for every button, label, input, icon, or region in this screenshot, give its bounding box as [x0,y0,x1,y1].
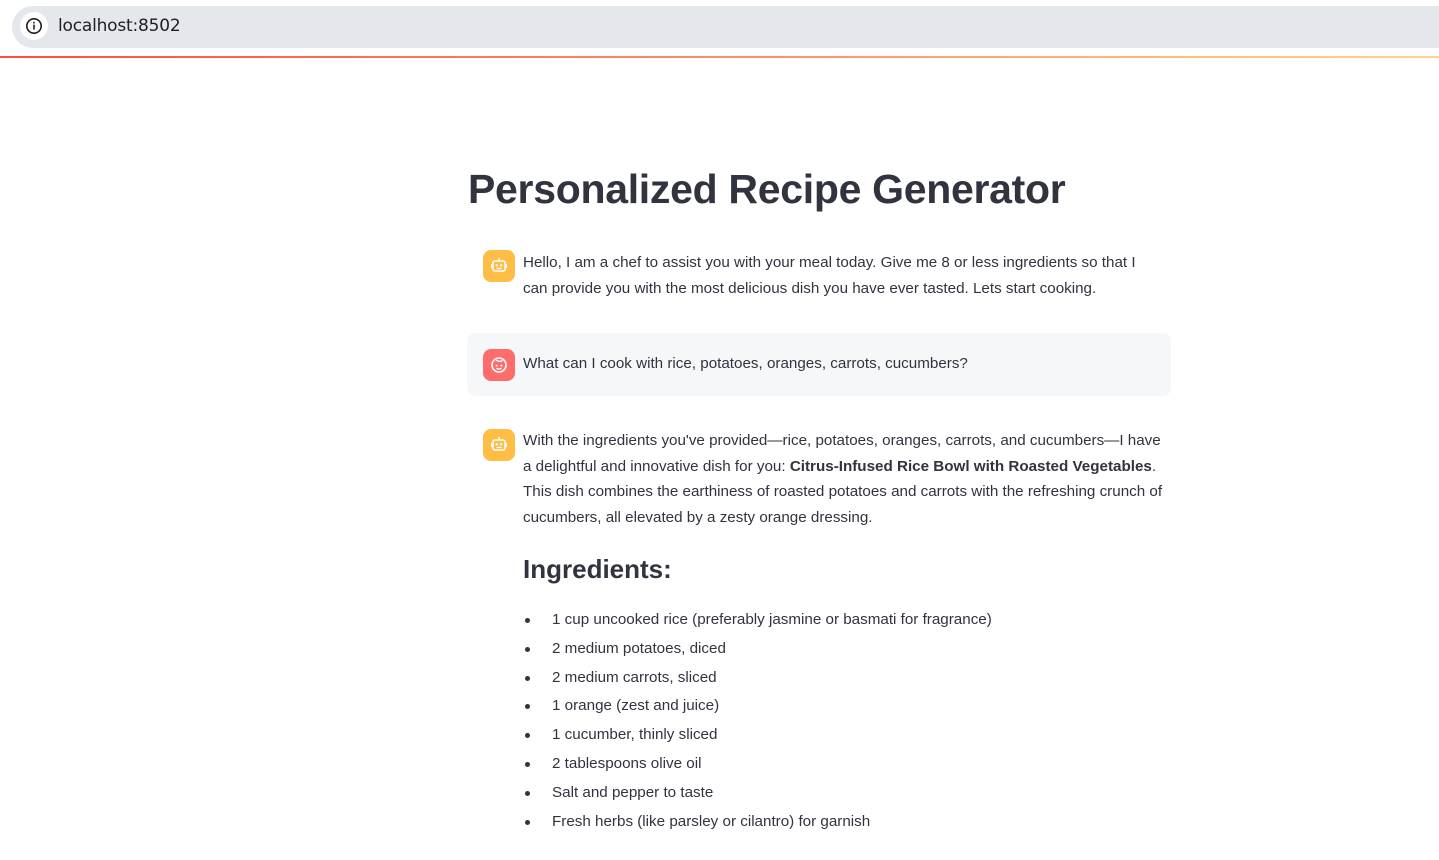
info-icon[interactable] [20,12,48,40]
bullet-icon [525,790,530,796]
recipe-intro: With the ingredients you've provided—ric… [523,428,1163,530]
user-avatar [483,349,515,381]
bullet-icon [525,704,530,710]
header-decoration [0,56,1439,58]
assistant-avatar [483,429,515,461]
ingredient-text: Fresh herbs (like parsley or cilantro) f… [552,812,871,830]
bullet-icon [525,646,530,652]
page-title: Personalized Recipe Generator [468,166,1066,212]
bullet-icon [525,618,530,623]
assistant-message-text: Hello, I am a chef to assist you with yo… [523,250,1163,301]
face-icon [491,357,507,373]
list-item: 1 cup uncooked rice (preferably jasmine … [523,606,1163,635]
ingredient-text: 2 tablespoons olive oil [552,754,702,772]
list-item: 2 medium carrots, sliced [523,664,1163,693]
greeting-text: Hello, I am a chef to assist you with yo… [523,254,1136,297]
list-item: Salt and pepper to taste [523,779,1163,808]
list-item: 1 orange (zest and juice) [523,692,1163,721]
chat-message-assistant: Hello, I am a chef to assist you with yo… [467,246,1171,306]
list-item: Fresh herbs (like parsley or cilantro) f… [523,808,1163,837]
chat-message-user: What can I cook with rice, potatoes, ora… [467,333,1171,396]
list-item: 1 cucumber, thinly sliced [523,721,1163,750]
bullet-icon [525,761,530,767]
assistant-avatar [483,250,515,282]
ingredient-text: 2 medium carrots, sliced [552,668,717,686]
list-item: 2 tablespoons olive oil [523,750,1163,779]
ingredient-text: 1 orange (zest and juice) [552,697,720,715]
dish-name: Citrus-Infused Rice Bowl with Roasted Ve… [789,457,1152,475]
bullet-icon [525,819,530,825]
ingredients-list: 1 cup uncooked rice (preferably jasmine … [523,606,1163,836]
address-bar[interactable]: localhost:8502 [12,6,1439,48]
ingredient-text: 2 medium potatoes, diced [552,639,726,657]
user-message-text: What can I cook with rice, potatoes, ora… [523,351,1163,377]
bot-icon [491,258,507,272]
ingredients-heading: Ingredients: [523,554,672,584]
bot-icon [491,437,507,451]
ingredient-text: 1 cucumber, thinly sliced [552,726,718,744]
url-text[interactable]: localhost:8502 [58,16,181,36]
list-item: 2 medium potatoes, diced [523,635,1163,664]
chat-message-assistant: With the ingredients you've provided—ric… [467,424,1171,844]
ingredient-text: 1 cup uncooked rice (preferably jasmine … [552,611,992,628]
browser-toolbar: localhost:8502 [0,0,1439,56]
ingredient-text: Salt and pepper to taste [552,783,714,801]
user-question: What can I cook with rice, potatoes, ora… [523,355,968,372]
recipe-intro-text: With the ingredients you've provided—ric… [523,428,1163,530]
bullet-icon [525,733,530,739]
bullet-icon [525,675,530,681]
